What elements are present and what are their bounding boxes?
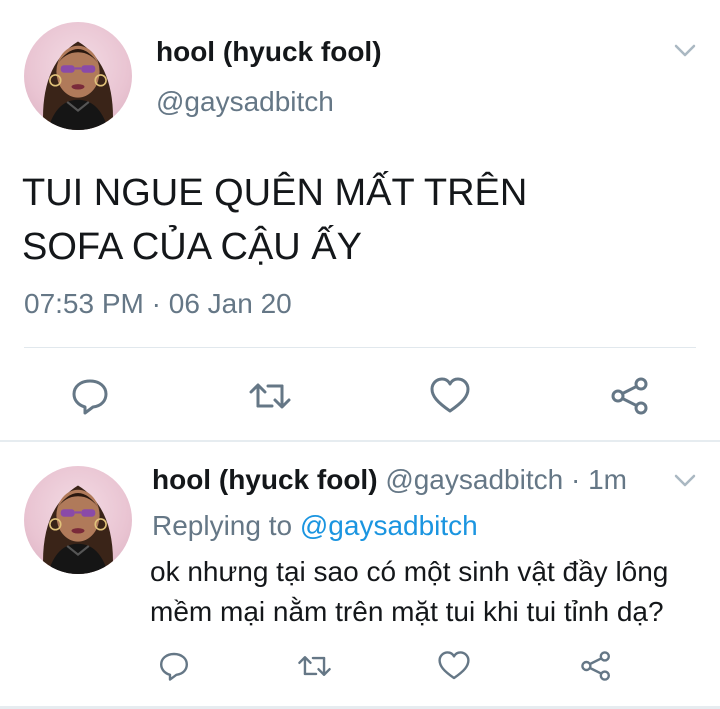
chevron-down-icon[interactable] [674,474,696,488]
tweet-text: TUI NGUE QUÊN MẤT TRÊN SOFA CỦA CẬU ẤY [22,166,702,274]
tweet-timestamp[interactable]: 07:53 PM · 06 Jan 20 [24,288,292,320]
retweet-button[interactable] [296,648,332,684]
share-button[interactable] [608,374,652,418]
replying-to-link[interactable]: @gaysadbitch [300,510,478,541]
tweet-separator [0,440,720,442]
chevron-down-icon[interactable] [674,44,696,58]
meta-separator: · [143,288,169,319]
replying-to: Replying to @gaysadbitch [152,510,478,542]
reply-author-avatar[interactable] [24,466,132,574]
reply-author-handle[interactable]: @gaysadbitch [385,464,563,495]
divider [24,347,696,348]
like-button[interactable] [436,648,472,684]
heart-icon [430,377,470,413]
reply-author-name[interactable]: hool (hyuck fool) [152,464,378,495]
share-icon [581,651,611,681]
reply-button[interactable] [68,374,112,418]
reply-text-line: mềm mại nằm trên mặt tui khi tui tỉnh dạ… [150,596,664,627]
reply-text-line: ok nhưng tại sao có một sinh vật đầy lôn… [150,556,669,587]
tweet-time: 07:53 PM [24,288,144,319]
share-icon [611,377,648,415]
heart-icon [438,651,470,680]
retweet-icon [297,656,331,676]
tweet-date: 06 Jan 20 [168,288,292,319]
author-name[interactable]: hool (hyuck fool) [156,36,382,68]
reply-header: hool (hyuck fool) @gaysadbitch · 1m [152,464,627,496]
author-handle[interactable]: @gaysadbitch [156,86,334,118]
reply-icon [160,652,188,681]
tweet-text-line: SOFA CỦA CẬU ẤY [22,226,362,268]
reply-meta-separator: · [563,464,589,495]
reply-time-ago[interactable]: 1m [588,464,627,495]
retweet-button[interactable] [248,374,292,418]
reply-icon [72,379,108,415]
tweet-text-line: TUI NGUE QUÊN MẤT TRÊN [22,172,528,214]
like-button[interactable] [428,374,472,418]
reply-button[interactable] [156,648,192,684]
reply-text: ok nhưng tại sao có một sinh vật đầy lôn… [150,552,710,632]
replying-to-prefix: Replying to [152,510,300,541]
author-avatar[interactable] [24,22,132,130]
retweet-icon [249,383,291,409]
share-button[interactable] [578,648,614,684]
